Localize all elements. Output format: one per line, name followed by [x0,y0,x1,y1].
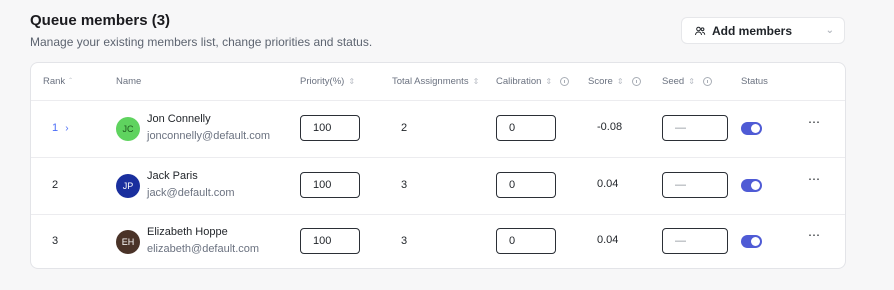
sort-icon: ⇕ [688,76,695,86]
table-row: 2 JP Jack Paris jack@default.com 100 3 0… [31,158,845,215]
total-assignments: 2 [401,122,408,134]
toggle-knob [751,181,760,190]
sort-icon: ⇕ [545,76,553,86]
sort-icon: ⇕ [616,76,624,86]
column-priority-label: Priority(%) [300,76,345,87]
member-name: Elizabeth Hoppe [147,226,228,238]
status-toggle[interactable] [741,235,762,248]
column-assignments-label: Total Assignments [392,76,469,87]
more-options-icon[interactable]: ⋯ [808,228,821,242]
priority-input[interactable]: 100 [300,172,360,198]
page-subtitle: Manage your existing members list, chang… [30,35,373,49]
member-email: jonconnelly@default.com [147,130,271,142]
calibration-input[interactable]: 0 [496,115,556,141]
total-assignments: 3 [401,179,408,191]
column-name: Name [116,76,141,87]
member-email: jack@default.com [147,187,235,199]
member-name: Jack Paris [147,170,198,182]
column-status-label: Status [741,76,768,87]
info-icon[interactable] [560,77,570,86]
avatar: EH [116,230,140,254]
seed-input[interactable]: — [662,172,728,198]
users-icon [694,25,706,37]
column-calibration-label: Calibration [496,76,542,87]
rank-value: 1 [52,122,59,134]
total-assignments: 3 [401,235,408,247]
column-rank[interactable]: Rank ˆ [43,76,72,87]
table-row: 1 › JC Jon Connelly jonconnelly@default.… [31,101,845,158]
column-assignments[interactable]: Total Assignments ⇕ [392,76,479,87]
score-value: -0.08 [597,121,623,133]
member-email: elizabeth@default.com [147,243,260,255]
rank-value: 2 [52,179,59,191]
more-options-icon[interactable]: ⋯ [808,172,821,186]
table-row: 3 EH Elizabeth Hoppe elizabeth@default.c… [31,214,845,268]
rank-link[interactable]: 1 › [52,122,69,134]
add-members-button[interactable]: Add members ⌄ [681,17,845,44]
status-toggle[interactable] [741,122,762,135]
column-status: Status [741,76,768,87]
avatar: JP [116,174,140,198]
score-value: 0.04 [597,178,619,190]
status-toggle[interactable] [741,179,762,192]
column-priority[interactable]: Priority(%) ⇕ [300,76,355,87]
column-seed[interactable]: Seed ⇕ [662,76,712,87]
info-icon[interactable] [631,77,641,86]
priority-input[interactable]: 100 [300,228,360,254]
column-score[interactable]: Score ⇕ [588,76,641,87]
rank-value: 3 [52,235,59,247]
chevron-down-icon: ⌄ [825,25,834,36]
column-score-label: Score [588,76,613,87]
member-name: Jon Connelly [147,113,211,125]
more-options-icon[interactable]: ⋯ [808,115,821,129]
sort-icon: ⇕ [348,76,356,86]
page-title: Queue members (3) [30,12,171,29]
column-name-label: Name [116,76,142,87]
column-rank-label: Rank [43,76,66,87]
score-value: 0.04 [597,234,619,246]
table-header: Rank ˆ Name Priority(%) ⇕ Total Assignme… [31,63,845,101]
add-members-label: Add members [712,23,793,38]
chevron-right-icon: › [65,123,69,134]
info-icon[interactable] [702,77,712,86]
sort-asc-icon: ˆ [69,76,72,86]
seed-input[interactable]: — [662,228,728,254]
toggle-knob [751,124,760,133]
sort-icon: ⇕ [472,76,480,86]
column-calibration[interactable]: Calibration ⇕ [496,76,570,87]
calibration-input[interactable]: 0 [496,172,556,198]
priority-input[interactable]: 100 [300,115,360,141]
calibration-input[interactable]: 0 [496,228,556,254]
seed-input[interactable]: — [662,115,728,141]
avatar: JC [116,117,140,141]
toggle-knob [751,237,760,246]
column-seed-label: Seed [662,76,685,87]
members-table: Rank ˆ Name Priority(%) ⇕ Total Assignme… [30,62,846,269]
